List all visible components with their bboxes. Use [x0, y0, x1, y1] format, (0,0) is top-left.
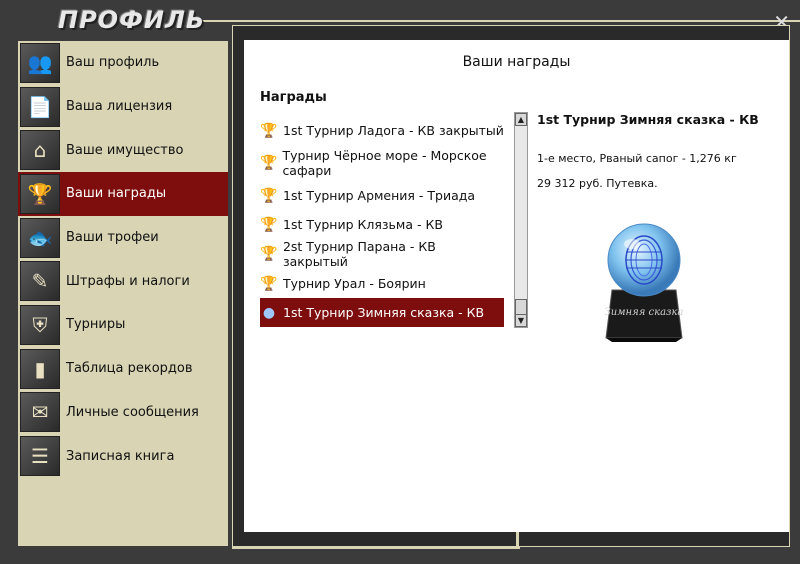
profile-window: ПРОФИЛЬ ✕ 👥 Ваш профиль 📄 Ваша лицензия …: [0, 0, 800, 564]
award-detail-title: 1st Турнир Зимняя сказка - КВ: [537, 112, 759, 127]
sidebar-item-profile[interactable]: 👥 Ваш профиль: [18, 41, 228, 85]
sidebar-item-records[interactable]: ▮ Таблица рекордов: [18, 347, 228, 391]
notebook-icon: ☰: [20, 436, 60, 477]
award-label: 1st Турнир Армения - Триада: [283, 188, 476, 203]
sidebar-item-label: Личные сообщения: [66, 404, 199, 420]
bar-chart-icon: ▮: [20, 348, 60, 389]
crystal-ball-trophy-image: Зимняя сказка: [605, 223, 684, 342]
sidebar-item-messages[interactable]: ✉ Личные сообщения: [18, 391, 228, 435]
award-label: Турнир Чёрное море - Морское сафари: [282, 148, 487, 178]
cup-icon: 🏆: [260, 275, 278, 292]
sidebar: 👥 Ваш профиль 📄 Ваша лицензия ⌂ Ваше иму…: [18, 41, 228, 546]
sidebar-item-tournaments[interactable]: ⛨ Турниры: [18, 303, 228, 347]
sidebar-item-label: Записная книга: [66, 448, 175, 464]
sidebar-item-awards[interactable]: 🏆 Ваши награды: [18, 172, 228, 216]
fish-icon: 🐟: [20, 217, 60, 258]
award-detail-prize: 29 312 руб. Путевка.: [537, 177, 658, 190]
users-icon: 👥: [20, 42, 60, 83]
house-icon: ⌂: [20, 130, 60, 171]
awards-scrollbar[interactable]: ▲ ▼: [514, 112, 528, 328]
trophy-engraving: Зимняя сказка: [605, 307, 684, 318]
list-item[interactable]: 🏆 2st Турнир Парана - КВ закрытый: [260, 239, 504, 269]
title-divider: [200, 20, 800, 22]
sidebar-item-label: Таблица рекордов: [66, 361, 193, 377]
sidebar-item-label: Штрафы и налоги: [66, 273, 190, 289]
sidebar-item-label: Турниры: [66, 317, 126, 333]
bear-trophy-icon: 🏆: [260, 216, 278, 233]
sidebar-item-label: Ваш профиль: [66, 55, 160, 71]
awards-panel: Ваши награды Награды 🏆 1st Турнир Ладога…: [244, 40, 789, 532]
list-item[interactable]: 🏆 1st Турнир Клязьма - КВ: [260, 210, 504, 239]
frame-bottom-line: [232, 546, 520, 549]
sidebar-item-property[interactable]: ⌂ Ваше имущество: [18, 128, 228, 172]
award-label: 1st Турнир Зимняя сказка - КВ: [283, 305, 485, 320]
fish-trophy-icon: 🏆: [260, 155, 278, 171]
list-item[interactable]: 🏆 Турнир Урал - Боярин: [260, 269, 504, 298]
scroll-up-button[interactable]: ▲: [515, 113, 527, 126]
award-label: 1st Турнир Ладога - КВ закрытый: [283, 123, 504, 138]
award-label: Турнир Урал - Боярин: [283, 276, 426, 291]
award-label: 2st Турнир Парана - КВ закрытый: [282, 239, 436, 269]
sidebar-item-label: Ваша лицензия: [66, 99, 173, 115]
sidebar-item-label: Ваши трофеи: [66, 230, 159, 246]
sidebar-item-label: Ваши награды: [66, 186, 167, 202]
trophy-icon: 🏆: [20, 173, 60, 214]
envelope-icon: ✉: [20, 392, 60, 433]
goblet-icon: 🏆: [260, 122, 278, 139]
window-title: ПРОФИЛЬ: [58, 6, 206, 34]
list-item-selected[interactable]: ● 1st Турнир Зимняя сказка - КВ: [260, 298, 504, 327]
fish-trophy-icon: 🏆: [260, 246, 278, 262]
awards-list: 🏆 1st Турнир Ладога - КВ закрытый 🏆 Турн…: [260, 116, 504, 327]
sidebar-item-notebook[interactable]: ☰ Записная книга: [18, 434, 228, 478]
award-detail-place: 1-е место, Рваный сапог - 1,276 кг: [537, 152, 737, 165]
list-item[interactable]: 🏆 1st Турнир Ладога - КВ закрытый: [260, 116, 504, 145]
award-label: 1st Турнир Клязьма - КВ: [283, 217, 443, 232]
document-pen-icon: ✎: [20, 261, 60, 302]
sidebar-item-label: Ваше имущество: [66, 142, 184, 158]
sidebar-item-fines[interactable]: ✎ Штрафы и налоги: [18, 259, 228, 303]
list-item[interactable]: 🏆 Турнир Чёрное море - Морское сафари: [260, 145, 504, 181]
shield-icon: ⛨: [20, 304, 60, 345]
list-item[interactable]: 🏆 1st Турнир Армения - Триада: [260, 181, 504, 210]
sidebar-item-trophies[interactable]: 🐟 Ваши трофеи: [18, 216, 228, 260]
figurine-trophy-icon: 🏆: [260, 187, 278, 204]
license-icon: 📄: [20, 86, 60, 127]
crystal-ball-icon: ●: [262, 304, 276, 321]
page-title: Ваши награды: [462, 54, 571, 70]
scroll-down-button[interactable]: ▼: [515, 314, 527, 327]
awards-list-title: Награды: [260, 90, 327, 105]
scroll-thumb[interactable]: [515, 299, 527, 315]
sidebar-item-license[interactable]: 📄 Ваша лицензия: [18, 85, 228, 129]
